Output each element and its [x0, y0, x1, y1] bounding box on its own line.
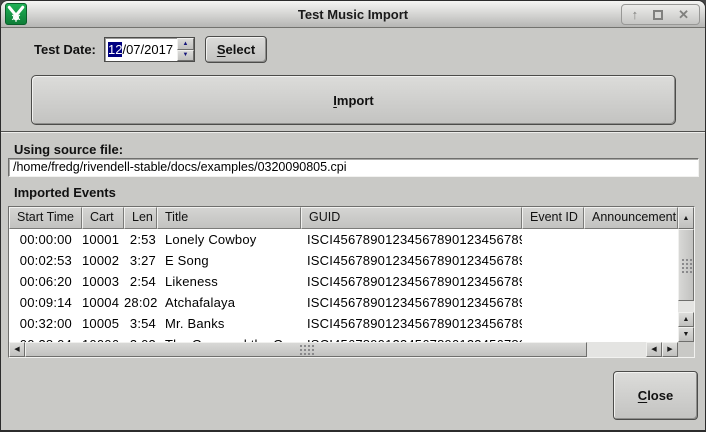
- cell-start-time: 00:38:04: [9, 334, 82, 342]
- cell-title: Atchafalaya: [157, 292, 301, 313]
- cell-title: The Gray and the Green: [157, 334, 301, 342]
- cell-len: 3:54: [124, 313, 157, 334]
- test-music-import-window: Test Music Import ↑ ✕ Test Date: 12/07/2…: [0, 0, 706, 432]
- vertical-scrollbar-thumb[interactable]: [678, 229, 694, 301]
- scrollbar-grip: [300, 345, 313, 354]
- vertical-scrollbar-track[interactable]: [678, 301, 694, 312]
- cell-guid: ISCI4567890123456789012345678901: [301, 271, 522, 292]
- source-file-label: Using source file:: [14, 142, 123, 157]
- cell-event-id: [522, 271, 584, 292]
- imported-events-table: Start Time Cart Len Title GUID Event ID …: [8, 206, 695, 358]
- column-header-guid[interactable]: GUID: [301, 207, 522, 229]
- date-spin-down-icon[interactable]: ▼: [177, 50, 194, 62]
- select-date-button[interactable]: Select: [205, 36, 267, 63]
- scroll-left-icon[interactable]: ◀: [9, 342, 25, 357]
- cell-start-time: 00:09:14: [9, 292, 82, 313]
- cell-cart: 10004: [82, 292, 124, 313]
- cell-guid: ISCI4567890123456789012345678901: [301, 250, 522, 271]
- scroll-up-icon[interactable]: ▲: [678, 207, 694, 229]
- horizontal-scrollbar-thumb[interactable]: [25, 342, 587, 357]
- cell-cart: 10005: [82, 313, 124, 334]
- cell-event-id: [522, 313, 584, 334]
- cell-title: E Song: [157, 250, 301, 271]
- column-header-start-time[interactable]: Start Time: [9, 207, 82, 229]
- import-button-label: mport: [337, 93, 374, 108]
- date-selected-segment: 12: [108, 42, 122, 57]
- scroll-up-icon[interactable]: ▲: [678, 312, 694, 327]
- cell-cart: 10001: [82, 229, 124, 250]
- table-row[interactable]: 00:32:00 10005 3:54 Mr. Banks ISCI456789…: [9, 313, 678, 334]
- column-header-title[interactable]: Title: [157, 207, 301, 229]
- vertical-scrollbar[interactable]: ▲ ▲ ▼: [678, 207, 694, 357]
- scroll-down-icon[interactable]: ▼: [678, 327, 694, 342]
- cell-len: 3:03: [124, 334, 157, 342]
- column-header-announcement[interactable]: Announcement: [584, 207, 678, 229]
- date-spin-buttons: ▲ ▼: [177, 38, 194, 61]
- imported-events-label: Imported Events: [14, 185, 116, 200]
- table-body: 00:00:00 10001 2:53 Lonely Cowboy ISCI45…: [9, 229, 678, 342]
- horizontal-separator: [1, 131, 706, 133]
- test-date-label: Test Date:: [34, 42, 96, 57]
- cell-event-id: [522, 334, 584, 342]
- cell-cart: 10002: [82, 250, 124, 271]
- test-date-value[interactable]: 12/07/2017: [105, 38, 177, 61]
- cell-len: 2:53: [124, 229, 157, 250]
- table-row[interactable]: 00:38:04 10006 3:03 The Gray and the Gre…: [9, 334, 678, 342]
- table-row[interactable]: 00:06:20 10003 2:54 Likeness ISCI4567890…: [9, 271, 678, 292]
- cell-title: Mr. Banks: [157, 313, 301, 334]
- close-window-icon[interactable]: ✕: [678, 8, 689, 21]
- cell-guid: ISCI4567890123456789012345678901: [301, 334, 522, 342]
- cell-event-id: [522, 229, 584, 250]
- cell-start-time: 00:02:53: [9, 250, 82, 271]
- source-file-path-field[interactable]: /home/fredg/rivendell-stable/docs/exampl…: [8, 158, 699, 177]
- window-title: Test Music Import: [1, 7, 705, 22]
- cell-guid: ISCI4567890123456789012345678901: [301, 292, 522, 313]
- date-rest-segment: /07/2017: [122, 42, 173, 57]
- cell-event-id: [522, 250, 584, 271]
- table-row[interactable]: 00:00:00 10001 2:53 Lonely Cowboy ISCI45…: [9, 229, 678, 250]
- table-row[interactable]: 00:02:53 10002 3:27 E Song ISCI456789012…: [9, 250, 678, 271]
- import-button[interactable]: Import: [31, 75, 676, 125]
- scroll-left-icon[interactable]: ◀: [646, 342, 662, 357]
- cell-len: 28:02: [124, 292, 157, 313]
- window-controls: ↑ ✕: [621, 4, 700, 25]
- close-button-label: lose: [647, 388, 673, 403]
- select-button-label: elect: [226, 42, 256, 57]
- select-button-mnemonic: S: [217, 42, 226, 57]
- cell-start-time: 00:06:20: [9, 271, 82, 292]
- cell-cart: 10003: [82, 271, 124, 292]
- close-button[interactable]: Close: [613, 371, 698, 420]
- cell-guid: ISCI4567890123456789012345678901: [301, 313, 522, 334]
- date-spin-up-icon[interactable]: ▲: [177, 38, 194, 50]
- column-header-cart[interactable]: Cart: [82, 207, 124, 229]
- horizontal-scrollbar[interactable]: ◀ ◀ ▶: [9, 342, 678, 357]
- table-row[interactable]: 00:09:14 10004 28:02 Atchafalaya ISCI456…: [9, 292, 678, 313]
- column-header-event-id[interactable]: Event ID: [522, 207, 584, 229]
- cell-event-id: [522, 292, 584, 313]
- scrollbar-corner: [678, 342, 694, 357]
- cell-title: Lonely Cowboy: [157, 229, 301, 250]
- cell-start-time: 00:00:00: [9, 229, 82, 250]
- scrollbar-grip: [682, 259, 691, 272]
- column-header-len[interactable]: Len: [124, 207, 157, 229]
- cell-len: 2:54: [124, 271, 157, 292]
- table-main-area: Start Time Cart Len Title GUID Event ID …: [9, 207, 678, 357]
- shade-window-icon[interactable]: ↑: [632, 8, 639, 21]
- scroll-right-icon[interactable]: ▶: [662, 342, 678, 357]
- cell-cart: 10006: [82, 334, 124, 342]
- cell-title: Likeness: [157, 271, 301, 292]
- test-date-spinbox[interactable]: 12/07/2017 ▲ ▼: [104, 37, 195, 62]
- titlebar[interactable]: Test Music Import ↑ ✕: [1, 1, 705, 28]
- maximize-window-icon[interactable]: [653, 10, 663, 20]
- cell-len: 3:27: [124, 250, 157, 271]
- cell-guid: ISCI4567890123456789012345678901: [301, 229, 522, 250]
- table-header-row: Start Time Cart Len Title GUID Event ID …: [9, 207, 678, 229]
- close-button-mnemonic: C: [638, 388, 647, 403]
- cell-start-time: 00:32:00: [9, 313, 82, 334]
- horizontal-scrollbar-track[interactable]: [587, 342, 646, 357]
